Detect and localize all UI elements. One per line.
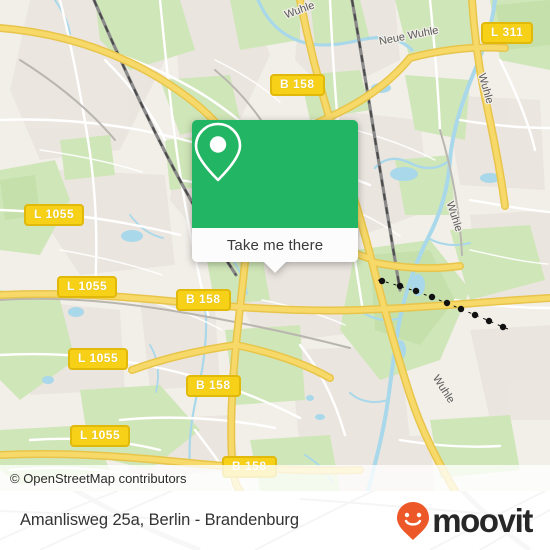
attribution-text: © OpenStreetMap contributors <box>10 470 187 486</box>
road-shield-l1055-mid: L 1055 <box>57 276 118 298</box>
road-shield-l1055-lower: L 1055 <box>68 348 129 370</box>
moovit-map-screenshot: B 158 L 311 L 1055 L 1055 B 158 L 1055 B 158 L … <box>0 0 550 550</box>
callout-icon-panel <box>192 120 358 228</box>
road-shield-l311: L 311 <box>481 22 534 44</box>
road-shield-l1055-bottom: L 1055 <box>70 425 131 447</box>
moovit-logo[interactable]: moovit <box>395 501 533 541</box>
address-label: Amanlisweg 25a, Berlin - Brandenburg <box>20 511 299 529</box>
footer-bar: Amanlisweg 25a, Berlin - Brandenburg moo… <box>0 491 550 550</box>
road-shield-l1055-upper: L 1055 <box>24 204 85 226</box>
moovit-wordmark: moovit <box>432 502 533 539</box>
callout-action-bar[interactable]: Take me there <box>192 228 358 262</box>
map-attribution-bar: © OpenStreetMap contributors <box>0 465 550 491</box>
road-shield-b158-lower: B 158 <box>186 375 241 397</box>
map-pin-icon <box>194 122 242 182</box>
callout-tail <box>264 262 286 273</box>
road-shield-b158-mid: B 158 <box>176 289 231 311</box>
take-me-there-callout[interactable]: Take me there <box>192 120 358 273</box>
road-shield-b158-north: B 158 <box>270 74 325 96</box>
moovit-pin-icon <box>397 501 430 540</box>
map-canvas[interactable]: B 158 L 311 L 1055 L 1055 B 158 L 1055 B 158 L … <box>0 0 550 491</box>
callout-label: Take me there <box>226 236 324 254</box>
